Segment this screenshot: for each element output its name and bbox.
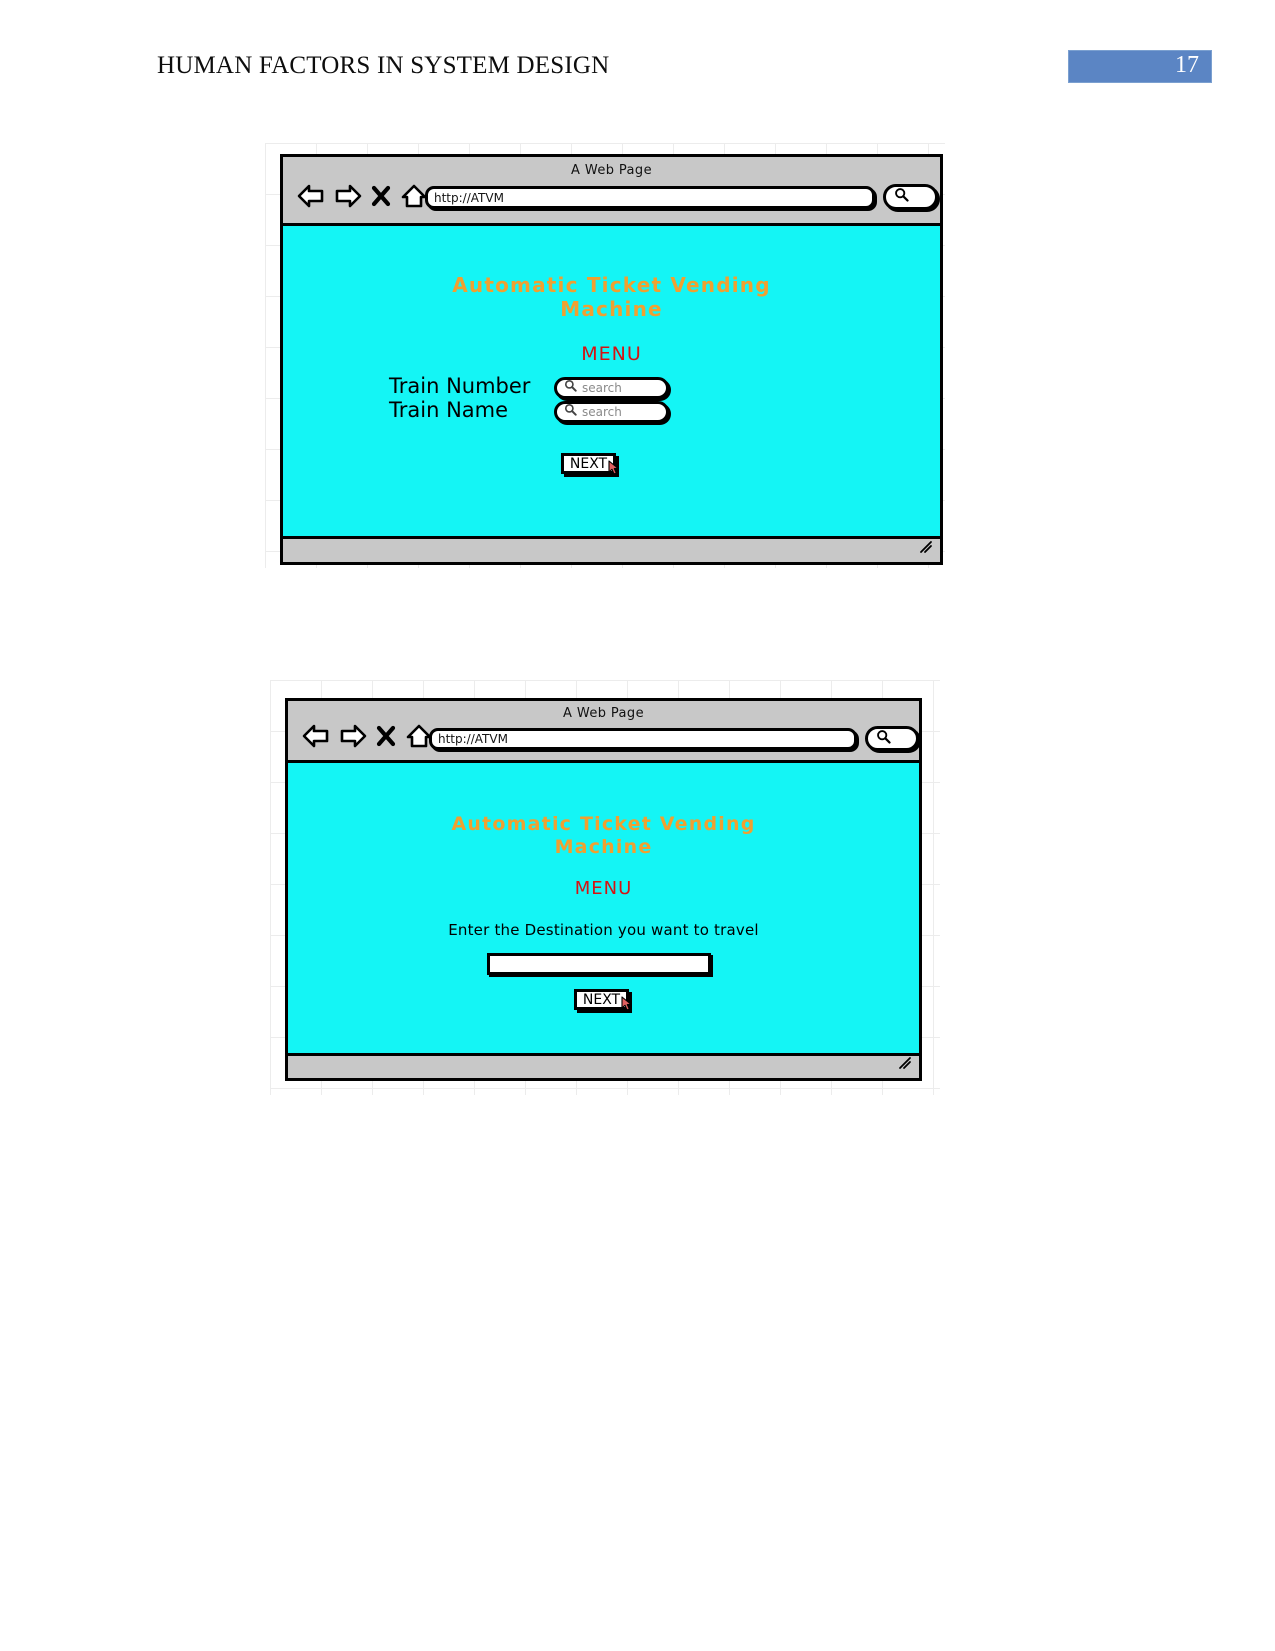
browser-viewport-2: Automatic Ticket Vending Machine MENU En…	[288, 763, 919, 1056]
forward-arrow-icon[interactable]	[339, 723, 367, 749]
destination-instruction: Enter the Destination you want to travel	[448, 921, 759, 939]
url-bar-1[interactable]: http://ATVM	[425, 186, 875, 209]
app-title-1: Automatic Ticket Vending Machine	[283, 273, 940, 322]
resize-grip-icon[interactable]	[898, 1056, 912, 1075]
browser-status-bar-1	[283, 539, 940, 562]
browser-window-1: A Web Page http://ATVM Automatic Ticket …	[280, 154, 943, 565]
page-number: 17	[1175, 52, 1199, 78]
resize-grip-icon[interactable]	[919, 540, 933, 559]
next-button-2[interactable]: NEXT	[574, 989, 632, 1011]
train-name-search-input[interactable]: search	[554, 401, 669, 423]
train-name-placeholder: search	[582, 405, 622, 419]
home-icon[interactable]	[400, 183, 428, 209]
browser-viewport-1: Automatic Ticket Vending Machine MENU Tr…	[283, 226, 940, 539]
train-number-label: Train Number	[389, 374, 531, 398]
next-button-label: NEXT	[582, 991, 621, 1008]
page-number-badge: 17	[1068, 50, 1212, 83]
browser-search-box-2[interactable]	[865, 726, 919, 751]
magnifier-icon	[894, 187, 909, 207]
document-header: HUMAN FACTORS IN SYSTEM DESIGN 17	[0, 50, 1275, 92]
destination-input[interactable]	[487, 953, 711, 975]
close-x-icon[interactable]	[376, 724, 396, 748]
next-button-label: NEXT	[569, 455, 608, 472]
browser-window-2: A Web Page http://ATVM Automatic Ticket …	[285, 698, 922, 1081]
magnifier-icon	[564, 379, 577, 397]
forward-arrow-icon[interactable]	[334, 183, 362, 209]
browser-chrome-1: A Web Page http://ATVM	[283, 157, 940, 226]
magnifier-icon	[876, 729, 891, 749]
browser-chrome-2: A Web Page http://ATVM	[288, 701, 919, 763]
menu-heading-1: MENU	[581, 343, 642, 365]
menu-heading-2: MENU	[574, 878, 633, 899]
app-title-line1: Automatic Ticket Vending	[452, 273, 771, 297]
train-number-search-input[interactable]: search	[554, 377, 669, 399]
app-title-line2: Machine	[554, 836, 653, 859]
url-bar-2[interactable]: http://ATVM	[429, 728, 857, 750]
browser-nav-icons-2	[302, 723, 433, 749]
train-number-placeholder: search	[582, 381, 622, 395]
app-title-line2: Machine	[560, 297, 663, 322]
browser-nav-icons-1	[297, 183, 428, 209]
page-title: HUMAN FACTORS IN SYSTEM DESIGN	[157, 52, 610, 79]
browser-status-bar-2	[288, 1056, 919, 1078]
wireframe-mockup-1: A Web Page http://ATVM Automatic Ticket …	[265, 143, 945, 568]
next-button-1[interactable]: NEXT	[561, 453, 619, 475]
mouse-cursor-icon	[607, 460, 620, 479]
wireframe-mockup-2: A Web Page http://ATVM Automatic Ticket …	[270, 680, 940, 1095]
train-name-label: Train Name	[389, 398, 509, 422]
mouse-cursor-icon	[620, 996, 633, 1015]
app-title-line1: Automatic Ticket Vending	[451, 813, 756, 835]
window-title-1: A Web Page	[571, 163, 652, 178]
window-title-2: A Web Page	[563, 706, 644, 721]
back-arrow-icon[interactable]	[302, 723, 330, 749]
url-text-2: http://ATVM	[438, 732, 508, 746]
back-arrow-icon[interactable]	[297, 183, 325, 209]
magnifier-icon	[564, 403, 577, 421]
url-text-1: http://ATVM	[434, 190, 504, 205]
browser-search-box-1[interactable]	[883, 184, 938, 210]
close-x-icon[interactable]	[371, 184, 391, 208]
app-title-2: Automatic Ticket Vending Machine	[288, 813, 919, 859]
